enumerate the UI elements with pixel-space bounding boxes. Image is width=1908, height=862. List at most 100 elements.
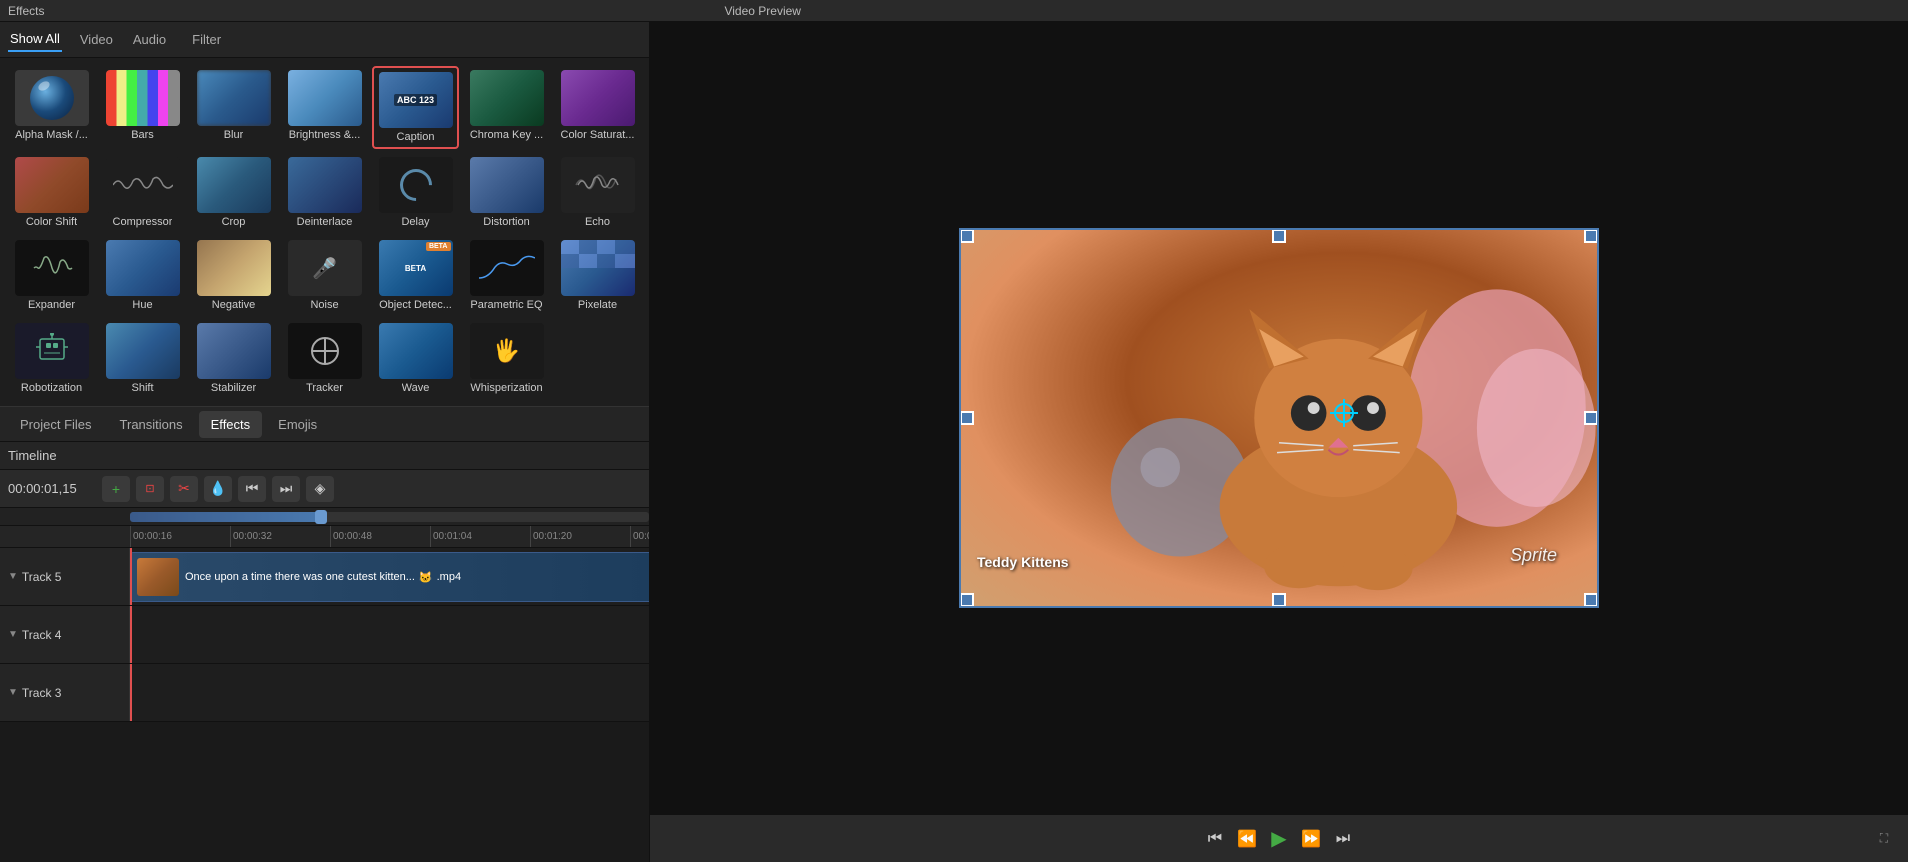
effect-parametric-eq[interactable]: Parametric EQ — [463, 236, 550, 315]
fullscreen-button[interactable]: ⛶ — [1872, 827, 1896, 851]
effect-label-delay: Delay — [401, 216, 429, 228]
effect-thumb-wave — [379, 323, 453, 379]
tab-show-all[interactable]: Show All — [8, 27, 62, 52]
effect-distortion[interactable]: Distortion — [463, 153, 550, 232]
align-tool[interactable]: ◈ — [306, 476, 334, 502]
effect-stabilizer[interactable]: Stabilizer — [190, 319, 277, 398]
effect-thumb-alpha-mask — [15, 70, 89, 126]
crosshair-circle — [1334, 403, 1354, 423]
effect-compressor[interactable]: Compressor — [99, 153, 186, 232]
play-button[interactable]: ▶ — [1263, 823, 1295, 855]
effect-label-expander: Expander — [28, 299, 75, 311]
track4-collapse-arrow[interactable]: ▼ — [8, 629, 18, 640]
effect-crop[interactable]: Crop — [190, 153, 277, 232]
progress-bar-background — [130, 512, 649, 522]
video-frame: Teddy Kittens Sprite — [959, 228, 1599, 608]
effect-hue[interactable]: Hue — [99, 236, 186, 315]
effect-expander[interactable]: Expander — [8, 236, 95, 315]
ripple-tool[interactable]: ⊡ — [136, 476, 164, 502]
track-label-3[interactable]: ▼ Track 3 — [0, 664, 130, 721]
beta-badge: BETA — [426, 242, 451, 251]
effects-tab-bar: Show All Video Audio Filter — [0, 22, 649, 58]
effect-thumb-whisperization: 🖐 — [470, 323, 544, 379]
tab-project-files[interactable]: Project Files — [8, 411, 104, 438]
track-label-4[interactable]: ▼ Track 4 — [0, 606, 130, 663]
to-start-tool[interactable]: ⏮ — [238, 476, 266, 502]
track5-name: Track 5 — [22, 570, 62, 584]
frame-handle-mr[interactable] — [1584, 411, 1598, 425]
effect-deinterlace[interactable]: Deinterlace — [281, 153, 368, 232]
left-panel: Show All Video Audio Filter Alpha Mask /… — [0, 22, 650, 862]
tab-audio[interactable]: Audio — [131, 28, 168, 51]
frame-handle-tr[interactable] — [1584, 229, 1598, 243]
frame-handle-ml[interactable] — [960, 411, 974, 425]
ruler-mark-3: 00:01:04 — [430, 526, 530, 548]
effect-thumb-crop — [197, 157, 271, 213]
effect-thumb-pixelate — [561, 240, 635, 296]
effect-robotization[interactable]: Robotization — [8, 319, 95, 398]
water-tool[interactable]: 💧 — [204, 476, 232, 502]
timeline-progress-bar-area[interactable] — [0, 508, 649, 526]
progress-bar-handle[interactable] — [315, 510, 327, 524]
effect-delay[interactable]: Delay — [372, 153, 459, 232]
tab-effects[interactable]: Effects — [199, 411, 263, 438]
effect-brightness[interactable]: Brightness &... — [281, 66, 368, 149]
effect-thumb-brightness — [288, 70, 362, 126]
frame-handle-mt[interactable] — [1272, 229, 1286, 243]
track3-content — [130, 664, 649, 721]
playhead — [130, 548, 132, 605]
effect-thumb-distortion — [470, 157, 544, 213]
track5-clip[interactable]: Once upon a time there was one cutest ki… — [130, 552, 649, 602]
cut-tool[interactable]: ✂ — [170, 476, 198, 502]
frame-handle-mb[interactable] — [1272, 593, 1286, 607]
effect-color-sat[interactable]: Color Saturat... — [554, 66, 641, 149]
effect-whisperization[interactable]: 🖐 Whisperization — [463, 319, 550, 398]
noise-mic-icon: 🎤 — [312, 256, 337, 281]
effect-noise[interactable]: 🎤 Noise — [281, 236, 368, 315]
effect-tracker[interactable]: Tracker — [281, 319, 368, 398]
playhead-track4 — [130, 606, 132, 663]
effect-negative[interactable]: Negative — [190, 236, 277, 315]
track5-collapse-arrow[interactable]: ▼ — [8, 571, 18, 582]
effect-label-wave: Wave — [402, 382, 430, 394]
delay-arrow-icon — [393, 162, 438, 207]
effect-shift[interactable]: Shift — [99, 319, 186, 398]
track3-collapse-arrow[interactable]: ▼ — [8, 687, 18, 698]
effect-wave[interactable]: Wave — [372, 319, 459, 398]
effect-thumb-hue — [106, 240, 180, 296]
timeline-title: Timeline — [8, 448, 57, 463]
frame-handle-br[interactable] — [1584, 593, 1598, 607]
rewind-button[interactable]: ⏪ — [1231, 823, 1263, 855]
effect-thumb-echo — [561, 157, 635, 213]
ruler-mark-1: 00:00:32 — [230, 526, 330, 548]
tab-emojis[interactable]: Emojis — [266, 411, 329, 438]
fast-forward-button[interactable]: ⏩ — [1295, 823, 1327, 855]
effect-pixelate[interactable]: Pixelate — [554, 236, 641, 315]
caption-text-overlay: ABC 123 — [394, 94, 437, 106]
effect-object-detect[interactable]: BETA BETA Object Detec... — [372, 236, 459, 315]
timeline-section: Timeline 00:00:01,15 + ⊡ ✂ 💧 ⏮ ⏭ ◈ — [0, 442, 649, 862]
effect-caption[interactable]: ABC 123 Caption — [372, 66, 459, 149]
ruler-mark-0: 00:00:16 — [130, 526, 230, 548]
effect-color-shift[interactable]: Color Shift — [8, 153, 95, 232]
effect-blur[interactable]: Blur — [190, 66, 277, 149]
effect-bars[interactable]: Bars — [99, 66, 186, 149]
right-panel: Teddy Kittens Sprite ⏮ ⏪ ▶ ⏩ ⏭ ⛶ — [650, 22, 1908, 862]
tab-filter[interactable]: Filter — [192, 32, 221, 47]
track-label-5[interactable]: ▼ Track 5 — [0, 548, 130, 605]
frame-handle-bl[interactable] — [960, 593, 974, 607]
tab-video[interactable]: Video — [78, 28, 115, 51]
effect-thumb-caption: ABC 123 — [379, 72, 453, 128]
effect-echo[interactable]: Echo — [554, 153, 641, 232]
skip-back-button[interactable]: ⏮ — [1199, 823, 1231, 855]
effect-chroma-key[interactable]: Chroma Key ... — [463, 66, 550, 149]
effect-thumb-robotization — [15, 323, 89, 379]
whisper-hand-icon: 🖐 — [493, 338, 520, 364]
to-end-tool[interactable]: ⏭ — [272, 476, 300, 502]
effect-label-color-sat: Color Saturat... — [561, 129, 635, 141]
add-tool[interactable]: + — [102, 476, 130, 502]
frame-handle-tl[interactable] — [960, 229, 974, 243]
effect-alpha-mask[interactable]: Alpha Mask /... — [8, 66, 95, 149]
skip-forward-button[interactable]: ⏭ — [1327, 823, 1359, 855]
tab-transitions[interactable]: Transitions — [108, 411, 195, 438]
